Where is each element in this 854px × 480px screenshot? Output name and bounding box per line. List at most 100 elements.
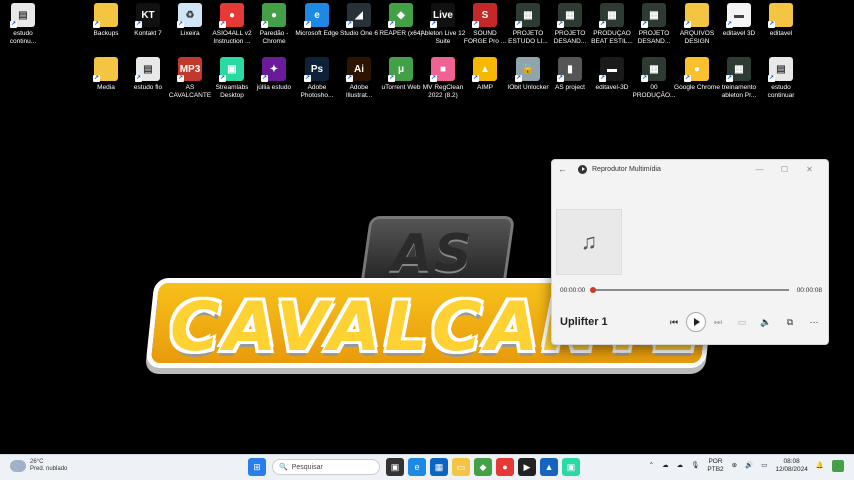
shortcut-arrow-icon: ↗ bbox=[93, 75, 100, 82]
desktop-icon[interactable]: Live ↗ Ableton Live 12 Suite bbox=[420, 3, 466, 46]
shortcut-arrow-icon: ↗ bbox=[472, 21, 479, 28]
start-button[interactable]: ⊞ bbox=[248, 458, 266, 476]
desktop-icon[interactable]: ▤ ↗ estudo continu... bbox=[0, 3, 46, 46]
weather-widget[interactable]: 26°C Pred. nublado bbox=[10, 459, 67, 473]
notification-bell-icon[interactable]: 🔔 bbox=[816, 462, 824, 470]
desktop-icon[interactable]: ■ ↗ MV RegClean 2022 (8.2) bbox=[420, 57, 466, 100]
desktop-icon-label: Streamlabs Desktop bbox=[215, 84, 249, 99]
desktop-icon[interactable]: μ ↗ uTorrent Web bbox=[378, 57, 424, 92]
desktop-icon-label: Microsoft Edge bbox=[295, 30, 339, 37]
recycle-bin-icon: ♻ ↗ bbox=[177, 3, 202, 28]
shortcut-arrow-icon: ↗ bbox=[388, 21, 395, 28]
desktop-icon[interactable]: ▦ ↗ treinamento ableton Pr... bbox=[716, 57, 762, 100]
close-button[interactable]: ✕ bbox=[797, 165, 822, 174]
store-icon[interactable]: ▦ bbox=[430, 458, 448, 476]
desktop-icon[interactable]: ▦ ↗ PROJETO DESAND... bbox=[547, 3, 593, 46]
desktop-icon[interactable]: Ps ↗ Adobe Photosho... bbox=[294, 57, 340, 100]
track-title: Uplifter 1 bbox=[560, 316, 608, 328]
shortcut-arrow-icon: ↗ bbox=[93, 21, 100, 28]
desktop-icon[interactable]: MP3 ↗ AS CAVALCANTE bbox=[167, 57, 213, 100]
volume-button[interactable]: 🔈 bbox=[754, 313, 778, 331]
desktop-icon[interactable]: ▦ ↗ PROJETO DESAND... bbox=[631, 3, 677, 46]
chrome-tray-icon[interactable] bbox=[832, 460, 844, 472]
desktop-icon[interactable]: ▤ ↗ estudo flo bbox=[125, 57, 171, 92]
desktop-icon[interactable]: ↗ editavel bbox=[758, 3, 804, 38]
desktop-icon[interactable]: ✦ ↗ júllia estudo bbox=[251, 57, 297, 92]
desktop-icon-label: AS project bbox=[555, 84, 585, 91]
photos-icon[interactable]: ▲ bbox=[540, 458, 558, 476]
clock[interactable]: 08:08 12/08/2024 bbox=[775, 458, 808, 474]
shortcut-arrow-icon: ↗ bbox=[430, 75, 437, 82]
maximize-button[interactable]: ☐ bbox=[772, 165, 797, 174]
ableton-project-icon: ▦ ↗ bbox=[515, 3, 540, 28]
edge-icon: e ↗ bbox=[304, 3, 329, 28]
desktop-icon[interactable]: 🔓 ↗ IObit Unlocker bbox=[505, 57, 551, 92]
desktop-icon[interactable]: KT ↗ Kontakt 7 bbox=[125, 3, 171, 38]
desktop-icon[interactable]: ↗ Media bbox=[83, 57, 129, 92]
previous-track-button[interactable]: ⏮ bbox=[662, 313, 686, 331]
microphone-icon[interactable]: 🎙 bbox=[691, 462, 699, 470]
streamlabs-icon: ▣ ↗ bbox=[219, 57, 244, 82]
speaker-icon[interactable]: 🔊 bbox=[745, 462, 753, 470]
shortcut-arrow-icon: ↗ bbox=[599, 21, 606, 28]
file-explorer-icon[interactable]: ▭ bbox=[452, 458, 470, 476]
desktop-icon[interactable]: ▬ ↗ editavel-3D bbox=[589, 57, 635, 92]
desktop-icon[interactable]: e ↗ Microsoft Edge bbox=[294, 3, 340, 38]
shortcut-arrow-icon: ↗ bbox=[768, 21, 775, 28]
captions-button[interactable]: ▭ bbox=[730, 313, 754, 331]
streamlabs-icon[interactable]: ▣ bbox=[562, 458, 580, 476]
cloud-sync-icon[interactable]: ☁ bbox=[677, 462, 684, 470]
shortcut-arrow-icon: ↗ bbox=[557, 75, 564, 82]
taskbar: 26°C Pred. nublado ⊞ 🔍 Pesquisar ▣ e ▦ ▭… bbox=[0, 454, 854, 480]
media-player-window[interactable]: ← Reprodutor Multimídia — ☐ ✕ ♫ 00:00:00… bbox=[551, 159, 829, 345]
task-view-icon[interactable]: ▣ bbox=[386, 458, 404, 476]
desktop-icon[interactable]: ▦ ↗ PRODUÇÃO BEAT ESTIL... bbox=[589, 3, 635, 46]
more-options-button[interactable]: ⋯ bbox=[802, 313, 826, 331]
next-track-button[interactable]: ⏭ bbox=[706, 313, 730, 331]
desktop-icon[interactable]: ↗ ARQUIVOS DESIGN bbox=[674, 3, 720, 46]
desktop-icon[interactable]: ▲ ↗ AIMP bbox=[462, 57, 508, 92]
desktop-icon[interactable]: Ai ↗ Adobe Illustrat... bbox=[336, 57, 382, 100]
network-icon[interactable]: ☁ bbox=[662, 462, 669, 470]
media-player-titlebar[interactable]: ← Reprodutor Multimídia — ☐ ✕ bbox=[552, 160, 828, 178]
desktop-icon[interactable]: ◆ ↗ REAPER (x64) bbox=[378, 3, 424, 38]
mini-player-button[interactable]: ⧉ bbox=[778, 313, 802, 331]
shortcut-arrow-icon: ↗ bbox=[515, 21, 522, 28]
playback-controls: ⏮ ⏭ ▭ 🔈 ⧉ ⋯ bbox=[662, 312, 826, 332]
image-file-icon: ✦ ↗ bbox=[261, 57, 286, 82]
desktop-icon[interactable]: ↗ Backups bbox=[83, 3, 129, 38]
chevron-up-icon[interactable]: ⌃ bbox=[649, 462, 654, 470]
desktop-icon[interactable]: ▮ ↗ AS project bbox=[547, 57, 593, 92]
globe-icon[interactable]: ⊕ bbox=[732, 462, 737, 470]
desktop-icon[interactable]: ● ↗ Paredão - Chrome bbox=[251, 3, 297, 46]
desktop-icon[interactable]: ● ↗ ASIO4ALL v2 Instruction ... bbox=[209, 3, 255, 46]
image-file-icon: ▬ ↗ bbox=[599, 57, 624, 82]
edge-icon[interactable]: e bbox=[408, 458, 426, 476]
image-file-icon: ↗ bbox=[768, 3, 793, 28]
taskbar-search[interactable]: 🔍 Pesquisar bbox=[272, 459, 380, 475]
total-time: 00:00:08 bbox=[796, 286, 822, 294]
seek-bar[interactable] bbox=[590, 287, 789, 293]
play-button[interactable] bbox=[686, 312, 706, 332]
desktop-icon-label: AS CAVALCANTE bbox=[168, 84, 212, 99]
desktop-icon[interactable]: ▣ ↗ Streamlabs Desktop bbox=[209, 57, 255, 100]
shortcut-arrow-icon: ↗ bbox=[135, 21, 142, 28]
desktop-icon[interactable]: S ↗ SOUND FORGE Pro ... bbox=[462, 3, 508, 46]
desktop-icon[interactable]: ♻ ↗ Lixeira bbox=[167, 3, 213, 38]
minimize-button[interactable]: — bbox=[747, 165, 772, 174]
media-player-taskbar-icon[interactable]: ▶ bbox=[518, 458, 536, 476]
desktop-icon[interactable]: ● ↗ Google Chrome bbox=[674, 57, 720, 92]
desktop-icon[interactable]: ◢ ↗ Studio One 6 bbox=[336, 3, 382, 38]
ableton-icon: Live ↗ bbox=[430, 3, 455, 28]
desktop-icon[interactable]: ▬ ↗ editavel 3D bbox=[716, 3, 762, 38]
language-indicator[interactable]: POR PTB2 bbox=[707, 458, 723, 474]
battery-icon[interactable]: ▭ bbox=[761, 462, 767, 470]
desktop-icon[interactable]: ▦ ↗ PROJETO ESTUDO LI... bbox=[505, 3, 551, 46]
back-arrow-icon[interactable]: ← bbox=[558, 164, 570, 174]
desktop-icon[interactable]: ▤ ↗ estudo continuar bbox=[758, 57, 804, 100]
seek-thumb[interactable] bbox=[590, 287, 597, 293]
chrome-icon[interactable]: ● bbox=[496, 458, 514, 476]
reaper-icon[interactable]: ◆ bbox=[474, 458, 492, 476]
desktop-icon[interactable]: ▦ ↗ 00 PRODUÇÃO... bbox=[631, 57, 677, 100]
logo-top-text: AS bbox=[392, 224, 474, 284]
